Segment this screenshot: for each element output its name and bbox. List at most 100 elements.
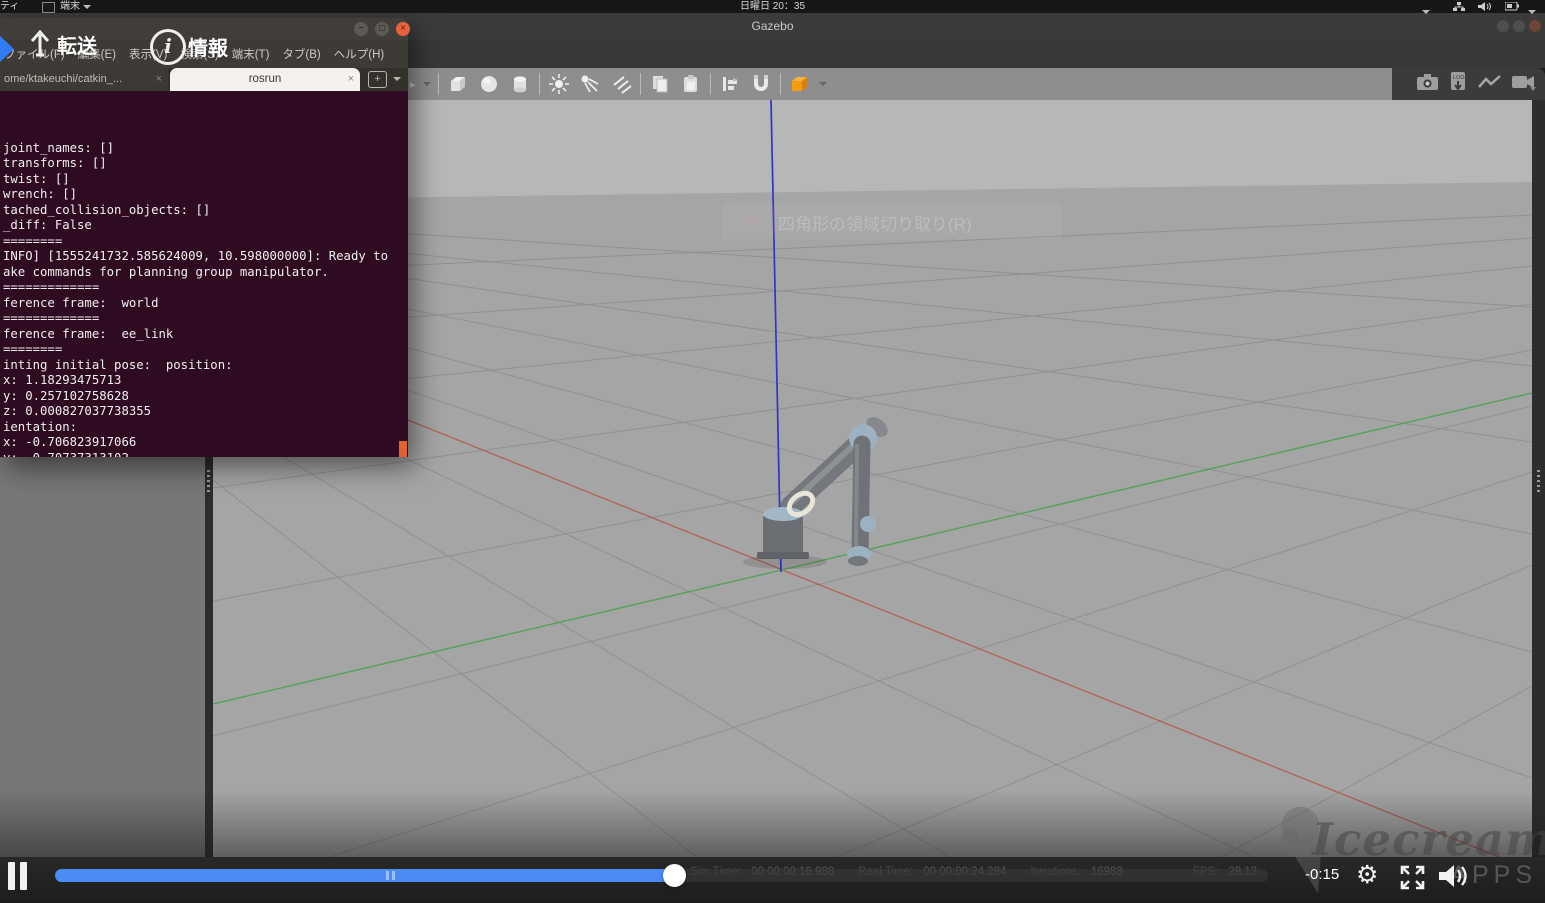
cylinder-icon[interactable] <box>508 72 532 96</box>
directional-light-icon[interactable] <box>609 72 633 96</box>
log-save-icon[interactable]: LOG <box>1449 71 1469 98</box>
tray-dropdown-caret[interactable] <box>1422 5 1430 18</box>
toolbar-separator <box>538 73 540 95</box>
volume-icon[interactable] <box>1478 1 1491 14</box>
terminal-minimize-button[interactable]: − <box>354 22 368 36</box>
system-top-bar: ティ 端末 日曜日 20：35 <box>0 0 1545 15</box>
sphere-icon[interactable] <box>477 72 501 96</box>
terminal-output[interactable]: joint_names: [] transforms: [] twist: [] wr… <box>0 91 408 457</box>
time-remaining: -0:15 <box>1305 866 1340 883</box>
splitter-grip[interactable] <box>207 470 210 492</box>
forearm <box>851 435 871 561</box>
forearm-highlight <box>854 444 859 552</box>
terminal-line: joint_names: [] <box>3 140 115 155</box>
terminal-window: − □ × ファイル(F) 編集(E) 表示(V) 検索(S) 端末(T) タブ(B) ヘル… <box>0 18 410 457</box>
new-tab-button[interactable]: + <box>368 71 387 88</box>
terminal-line: ======== <box>3 233 63 248</box>
terminal-line: transforms: [] <box>3 156 107 170</box>
terminal-line: _diff: False <box>3 218 92 232</box>
settings-gear-icon[interactable]: ⚙ <box>1356 860 1378 890</box>
terminal-tabbar: ome/ktakeuchi/catkin_... × rosrun × + <box>0 68 408 91</box>
terminal-scroll-indicator <box>399 441 407 457</box>
progress-track[interactable] <box>55 864 1268 887</box>
ghost-menu-bullet <box>744 216 755 227</box>
tool-dropdown-caret[interactable] <box>422 82 431 86</box>
toolbar-separator <box>639 73 641 95</box>
terminal-line: ============= <box>3 311 100 325</box>
right-panel-splitter[interactable] <box>1532 100 1545 857</box>
terminal-menu-item[interactable]: 端末(T) <box>232 46 270 62</box>
terminal-line: x: 1.18293475713 <box>3 373 122 387</box>
snap-magnet-icon[interactable] <box>749 72 773 96</box>
point-light-icon[interactable] <box>547 72 571 96</box>
base-flange <box>757 552 809 559</box>
tab-list-caret[interactable] <box>393 77 401 81</box>
tab-close-icon[interactable]: × <box>156 68 162 91</box>
progress-fill <box>55 869 674 882</box>
session-dropdown-caret[interactable] <box>1528 5 1536 18</box>
gazebo-pause-glyph <box>386 871 389 880</box>
toolbar-separator <box>709 73 711 95</box>
terminal-line: y: 0.257102758628 <box>3 388 129 403</box>
plot-icon[interactable] <box>1478 73 1502 96</box>
box-icon[interactable] <box>446 72 470 96</box>
paste-icon[interactable] <box>679 72 703 96</box>
align-icon[interactable] <box>718 72 742 96</box>
ghost-region-menu: 四角形の領域切り取り(R) <box>722 203 1062 239</box>
volume-icon-player[interactable] <box>1438 862 1470 895</box>
upload-icon <box>27 27 53 65</box>
pause-button[interactable] <box>8 862 38 890</box>
ghost-menu-label: 四角形の領域切り取り(R) <box>778 215 972 234</box>
gazebo-pause-glyph <box>392 871 395 880</box>
gazebo-minimize-button[interactable] <box>1497 20 1509 32</box>
terminal-line: z: 0.000827037738355 <box>3 404 152 418</box>
tab-close-icon[interactable]: × <box>348 68 354 91</box>
terminal-line: wrench: [] <box>3 187 78 201</box>
battery-icon[interactable] <box>1504 1 1520 15</box>
splitter-grip[interactable] <box>1537 470 1540 492</box>
tab-label: ome/ktakeuchi/catkin_... <box>4 73 123 85</box>
terminal-line: ientation: <box>3 419 85 434</box>
terminal-maximize-button[interactable]: □ <box>375 22 389 36</box>
terminal-line: INFO] [1555241732.585624009, 10.59800000… <box>3 249 388 263</box>
wrist-side-joint <box>860 516 876 532</box>
transfer-label: 転送 <box>57 36 97 58</box>
tab-catkin[interactable]: ome/ktakeuchi/catkin_... × <box>0 68 168 91</box>
terminal-line: ======== <box>3 342 63 356</box>
svg-text:LOG: LOG <box>1453 75 1465 81</box>
terminal-line: inting initial pose: position: <box>3 357 240 372</box>
terminal-close-button[interactable]: × <box>396 22 410 36</box>
info-icon: i <box>150 29 186 65</box>
screenshot-camera-icon[interactable] <box>1416 72 1440 97</box>
play-arrow-icon <box>0 36 14 62</box>
tab-rosrun[interactable]: rosrun × <box>170 68 360 91</box>
insert-orange-box-icon[interactable] <box>788 72 812 96</box>
tab-label: rosrun <box>248 73 282 85</box>
gazebo-capture-toolbar: LOG <box>1392 68 1545 100</box>
gazebo-maximize-button[interactable] <box>1513 20 1525 32</box>
select-tool-partial-icon[interactable]: ▸ <box>410 78 416 91</box>
watermark-title: Icecream <box>1312 813 1545 866</box>
copy-icon[interactable] <box>648 72 672 96</box>
info-label: 情報 <box>188 38 228 60</box>
terminal-line: ============= <box>3 280 100 294</box>
terminal-line: twist: [] <box>3 171 70 186</box>
clock[interactable]: 日曜日 20：35 <box>0 0 1545 13</box>
terminal-line: x: -0.706823917066 <box>3 435 137 449</box>
terminal-line: ake commands for planning group manipula… <box>3 264 329 279</box>
video-record-icon[interactable] <box>1511 73 1537 96</box>
terminal-line: ference frame: ee_link <box>3 326 174 341</box>
progress-handle[interactable] <box>662 864 686 887</box>
insert-dropdown-caret[interactable] <box>818 82 827 86</box>
gazebo-close-button[interactable] <box>1529 20 1541 32</box>
terminal-line: tached_collision_objects: [] <box>3 202 211 217</box>
terminal-menu-item[interactable]: タブ(B) <box>282 46 320 62</box>
terminal-line: ference frame: world <box>3 295 159 310</box>
network-icon[interactable] <box>1453 2 1465 15</box>
terminal-line: y: -0.70737313102 <box>3 451 408 458</box>
screen: ティ 端末 日曜日 20：35 Gazebo ▸ LOG 四角形の領域切り取り(… <box>0 0 1545 903</box>
fullscreen-icon[interactable] <box>1399 864 1426 896</box>
toolbar-separator <box>437 73 439 95</box>
spot-light-icon[interactable] <box>578 72 602 96</box>
terminal-menu-item[interactable]: ヘルプ(H) <box>334 46 384 62</box>
